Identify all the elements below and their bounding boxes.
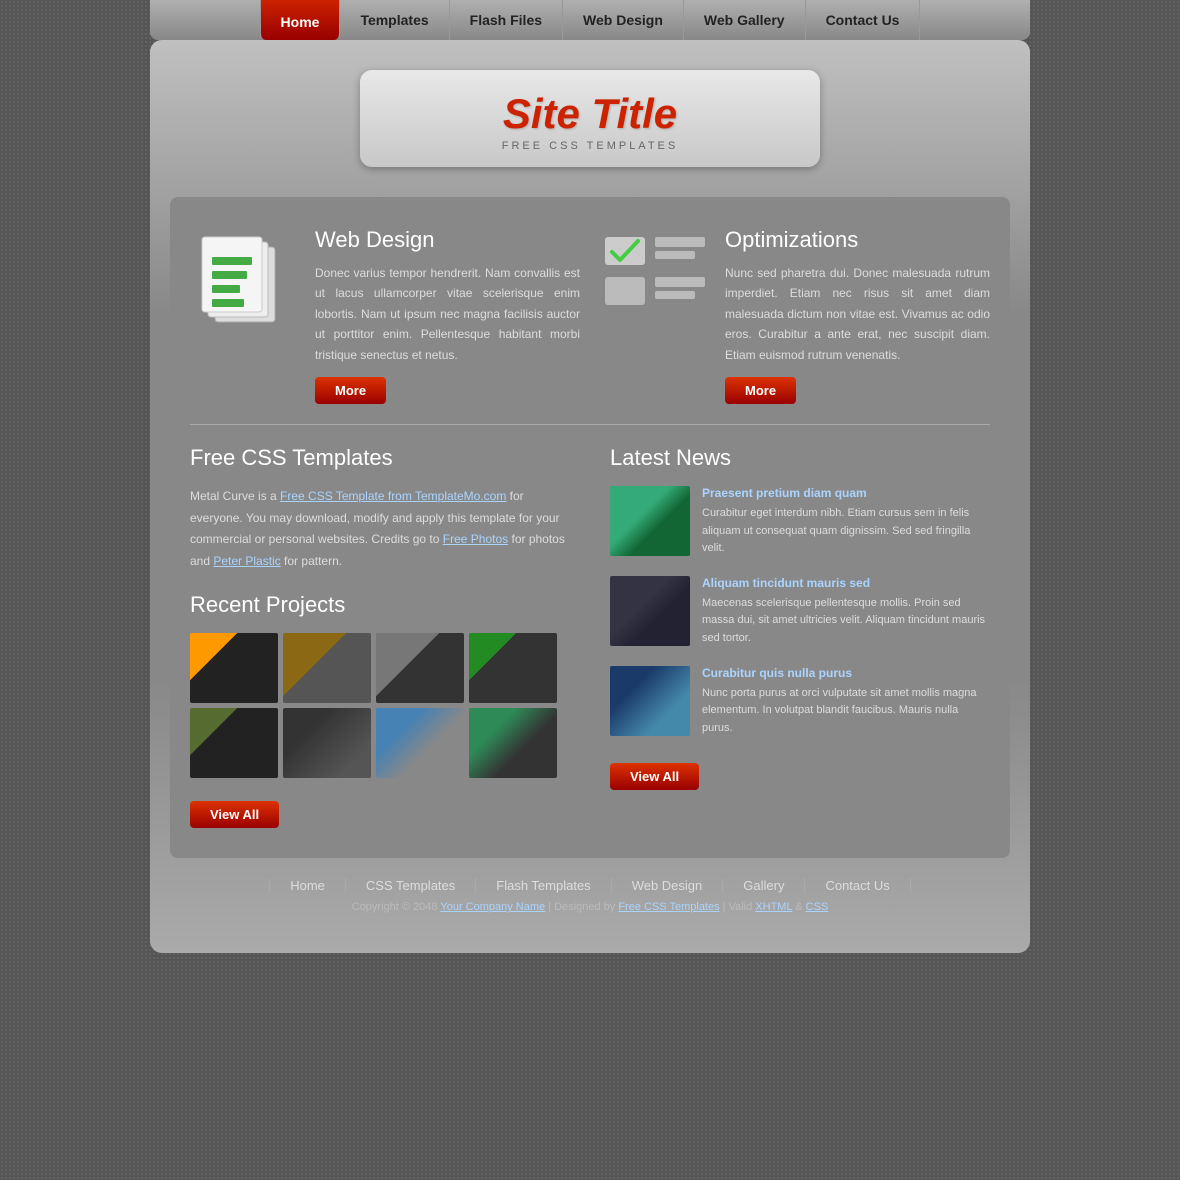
web-design-column: Web Design Donec varius tempor hendrerit… — [190, 227, 580, 404]
optimizations-icon-container — [600, 227, 710, 327]
peter-plastic-link[interactable]: Peter Plastic — [213, 554, 280, 568]
news-thumb-3 — [610, 666, 690, 736]
css-link[interactable]: CSS — [806, 901, 829, 913]
news-content-2: Aliquam tincidunt mauris sed Maecenas sc… — [702, 576, 990, 648]
site-header: Site Title FREE CSS TEMPLATES — [150, 40, 1030, 187]
optimizations-body: Nunc sed pharetra dui. Donec malesuada r… — [725, 263, 990, 365]
free-photos-link[interactable]: Free Photos — [443, 532, 508, 546]
news-link-2[interactable]: Aliquam tincidunt mauris sed — [702, 576, 990, 590]
optimizations-title: Optimizations — [725, 227, 990, 253]
top-two-columns: Web Design Donec varius tempor hendrerit… — [190, 227, 990, 404]
project-thumb-6[interactable] — [283, 708, 371, 778]
optimizations-text: Optimizations Nunc sed pharetra dui. Don… — [725, 227, 990, 404]
news-item-1: Praesent pretium diam quam Curabitur ege… — [610, 486, 990, 558]
copyright-amp: & — [792, 901, 805, 913]
web-design-body: Donec varius tempor hendrerit. Nam conva… — [315, 263, 580, 365]
latest-news-title: Latest News — [610, 445, 990, 471]
bottom-left-column: Free CSS Templates Metal Curve is a Free… — [190, 445, 570, 828]
web-design-more-button[interactable]: More — [315, 377, 386, 404]
xhtml-link[interactable]: XHTML — [755, 901, 792, 913]
project-thumb-7[interactable] — [376, 708, 464, 778]
nav-templates[interactable]: Templates — [340, 0, 449, 40]
news-text-1: Curabitur eget interdum nibh. Etiam curs… — [702, 505, 990, 558]
news-text-3: Nunc porta purus at orci vulputate sit a… — [702, 685, 990, 738]
news-thumb-1 — [610, 486, 690, 556]
news-item-2: Aliquam tincidunt mauris sed Maecenas sc… — [610, 576, 990, 648]
news-text-2: Maecenas scelerisque pellentesque mollis… — [702, 595, 990, 648]
news-item-3: Curabitur quis nulla purus Nunc porta pu… — [610, 666, 990, 738]
web-design-icon — [190, 227, 290, 337]
news-thumb-2 — [610, 576, 690, 646]
site-title: Site Title — [440, 90, 740, 138]
content-area: Web Design Donec varius tempor hendrerit… — [170, 197, 1010, 858]
project-thumb-4[interactable] — [469, 633, 557, 703]
bottom-right-column: Latest News Praesent pretium diam quam C… — [610, 445, 990, 828]
nav-web-design[interactable]: Web Design — [563, 0, 684, 40]
footer-nav-gallery[interactable]: Gallery — [723, 878, 805, 893]
footer-nav-flash-templates[interactable]: Flash Templates — [476, 878, 611, 893]
projects-grid — [190, 633, 570, 778]
optimizations-more-button[interactable]: More — [725, 377, 796, 404]
company-link[interactable]: Your Company Name — [440, 901, 545, 913]
news-content-1: Praesent pretium diam quam Curabitur ege… — [702, 486, 990, 558]
news-link-3[interactable]: Curabitur quis nulla purus — [702, 666, 990, 680]
footer-nav-web-design[interactable]: Web Design — [612, 878, 724, 893]
nav-flash-files[interactable]: Flash Files — [450, 0, 563, 40]
news-view-all-button[interactable]: View All — [610, 763, 699, 790]
project-thumb-3[interactable] — [376, 633, 464, 703]
optimizations-icon — [600, 227, 710, 327]
nav-web-gallery[interactable]: Web Gallery — [684, 0, 806, 40]
copyright-prefix: Copyright © 2048 — [352, 901, 441, 913]
projects-view-all-button[interactable]: View All — [190, 801, 279, 828]
site-subtitle: FREE CSS TEMPLATES — [440, 140, 740, 152]
bottom-two-columns: Free CSS Templates Metal Curve is a Free… — [190, 445, 990, 828]
logo-box: Site Title FREE CSS TEMPLATES — [360, 70, 820, 167]
footer-nav-contact[interactable]: Contact Us — [805, 878, 910, 893]
nav-home[interactable]: Home — [260, 0, 341, 40]
free-css-intro: Metal Curve is a Free CSS Template from … — [190, 486, 570, 572]
template-link[interactable]: Free CSS Template from TemplateMo.com — [280, 489, 506, 503]
project-thumb-8[interactable] — [469, 708, 557, 778]
optimizations-column: Optimizations Nunc sed pharetra dui. Don… — [600, 227, 990, 404]
project-thumb-1[interactable] — [190, 633, 278, 703]
section-divider — [190, 424, 990, 425]
copyright-mid: | Designed by — [545, 901, 618, 913]
web-design-icon-container — [190, 227, 300, 337]
footer-nav-home[interactable]: Home — [269, 878, 346, 893]
nav-contact-us[interactable]: Contact Us — [806, 0, 921, 40]
designer-link[interactable]: Free CSS Templates — [618, 901, 719, 913]
copyright-suffix1: | Valid — [720, 901, 756, 913]
main-wrapper: Site Title FREE CSS TEMPLATES — [150, 40, 1030, 953]
free-css-title: Free CSS Templates — [190, 445, 570, 471]
footer-copyright: Copyright © 2048 Your Company Name | Des… — [150, 901, 1030, 923]
web-design-title: Web Design — [315, 227, 580, 253]
footer-navigation: Home CSS Templates Flash Templates Web D… — [150, 858, 1030, 901]
recent-projects-title: Recent Projects — [190, 592, 570, 618]
footer-nav-css-templates[interactable]: CSS Templates — [346, 878, 476, 893]
news-content-3: Curabitur quis nulla purus Nunc porta pu… — [702, 666, 990, 738]
news-link-1[interactable]: Praesent pretium diam quam — [702, 486, 990, 500]
project-thumb-5[interactable] — [190, 708, 278, 778]
web-design-text: Web Design Donec varius tempor hendrerit… — [315, 227, 580, 404]
project-thumb-2[interactable] — [283, 633, 371, 703]
top-navigation: Home Templates Flash Files Web Design We… — [150, 0, 1030, 40]
